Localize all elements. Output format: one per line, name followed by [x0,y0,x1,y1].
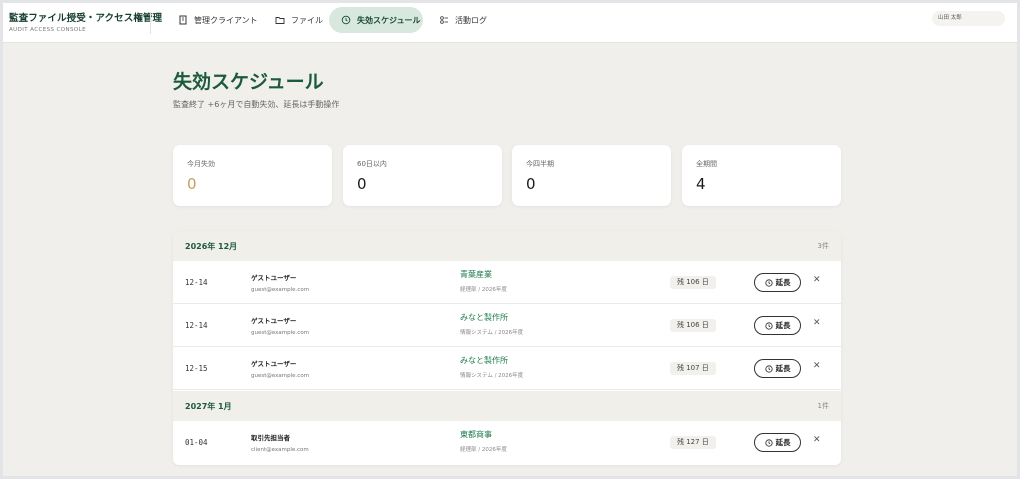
clock-icon [764,438,773,447]
clock-icon [341,15,351,25]
page-subtitle: 監査終了 +6ヶ月で自動失効、延長は手動操作 [173,100,340,109]
nav-expiry-schedule[interactable]: 失効スケジュール [329,7,423,33]
schedule-row: 01-04 取引先担当者 client@example.com 東都商事 経理部… [173,421,841,464]
stat-card-all-time: 全期間 4 [682,145,841,206]
month-group-title: 2027年 1月 [185,402,232,411]
close-icon[interactable]: ✕ [813,318,821,328]
stat-value: 4 [696,175,706,193]
nav-files-label: ファイル [291,15,323,25]
schedule-row: 12-15 ゲストユーザー guest@example.com みなと製作所 情… [173,347,841,390]
stat-label: 全期間 [696,160,717,168]
nav-expiry-label: 失効スケジュール [357,15,421,25]
extend-button-label: 延長 [775,278,791,287]
extend-button-label: 延長 [775,321,791,330]
brand[interactable]: 監査ファイル授受・アクセス権管理 AUDIT ACCESS CONSOLE [9,10,162,33]
client-meta: 経理部 / 2026年度 [460,287,507,293]
expiry-date: 01-04 [185,438,208,447]
stat-card-this-quarter: 今四半期 0 [512,145,671,206]
folder-icon [275,17,285,24]
client-name-link[interactable]: 青葉産業 [460,269,492,280]
user-name: 山田 太郎 [938,15,962,21]
user-name: ゲストユーザー [251,360,297,368]
month-group-header: 2026年 12月 3件 [173,231,841,261]
close-icon[interactable]: ✕ [813,435,821,445]
stat-card-this-month: 今月失効 0 [173,145,332,206]
building-icon [179,15,187,25]
days-remaining-badge: 残 106 日 [670,276,716,289]
user-name: 取引先担当者 [251,434,290,442]
expiry-schedule-list: 2026年 12月 3件 12-14 ゲストユーザー guest@example… [173,231,841,465]
close-icon[interactable]: ✕ [813,275,821,285]
stat-value: 0 [357,175,367,193]
stat-card-60-days: 60日以内 0 [343,145,502,206]
app-subtitle: AUDIT ACCESS CONSOLE [9,27,86,33]
app-frame: 監査ファイル授受・アクセス権管理 AUDIT ACCESS CONSOLE 管理… [3,3,1017,476]
top-bar: 監査ファイル授受・アクセス権管理 AUDIT ACCESS CONSOLE 管理… [3,3,1017,43]
extend-button[interactable]: 延長 [754,316,801,335]
user-menu[interactable]: 山田 太郎 [932,11,1005,26]
stat-label: 今四半期 [526,160,554,168]
stat-label: 今月失効 [187,160,215,168]
extend-button[interactable]: 延長 [754,433,801,452]
client-name-link[interactable]: 東都商事 [460,429,492,440]
expiry-date: 12-15 [185,364,208,373]
client-name-link[interactable]: みなと製作所 [460,355,508,366]
client-meta: 経理部 / 2026年度 [460,447,507,453]
stat-label: 60日以内 [357,160,387,168]
clock-icon [764,278,773,287]
page-title: 失効スケジュール [173,71,324,93]
nav-clients-label: 管理クライアント [194,15,258,25]
user-email: guest@example.com [251,287,310,293]
month-group-header: 2027年 1月 1件 [173,391,841,421]
nav-activity-label: 活動ログ [455,15,487,25]
extend-button[interactable]: 延長 [754,359,801,378]
schedule-row: 12-14 ゲストユーザー guest@example.com 青葉産業 経理部… [173,261,841,304]
month-group-count: 1件 [817,402,829,410]
extend-button[interactable]: 延長 [754,273,801,292]
stat-value: 0 [187,175,197,193]
nav-files[interactable]: ファイル [265,7,333,33]
user-email: client@example.com [251,447,309,453]
month-group-title: 2026年 12月 [185,242,238,251]
days-remaining-badge: 残 107 日 [670,362,716,375]
client-meta: 情報システム / 2026年度 [460,330,524,336]
nav-activity-log[interactable]: 活動ログ [429,7,497,33]
extend-button-label: 延長 [775,364,791,373]
user-email: guest@example.com [251,330,310,336]
month-group-count: 3件 [817,242,829,250]
client-meta: 情報システム / 2026年度 [460,373,524,379]
clock-icon [764,321,773,330]
activity-icon [440,16,448,24]
user-email: guest@example.com [251,373,310,379]
user-name: ゲストユーザー [251,274,297,282]
nav-clients[interactable]: 管理クライアント [168,7,268,33]
extend-button-label: 延長 [775,438,791,447]
days-remaining-badge: 残 127 日 [670,436,716,449]
days-remaining-badge: 残 106 日 [670,319,716,332]
stat-value: 0 [526,175,536,193]
brand-divider [150,12,151,34]
clock-icon [764,364,773,373]
close-icon[interactable]: ✕ [813,361,821,371]
expiry-date: 12-14 [185,321,208,330]
client-name-link[interactable]: みなと製作所 [460,312,508,323]
app-title: 監査ファイル授受・アクセス権管理 [9,13,163,24]
schedule-row: 12-14 ゲストユーザー guest@example.com みなと製作所 情… [173,304,841,347]
user-name: ゲストユーザー [251,317,297,325]
expiry-date: 12-14 [185,278,208,287]
